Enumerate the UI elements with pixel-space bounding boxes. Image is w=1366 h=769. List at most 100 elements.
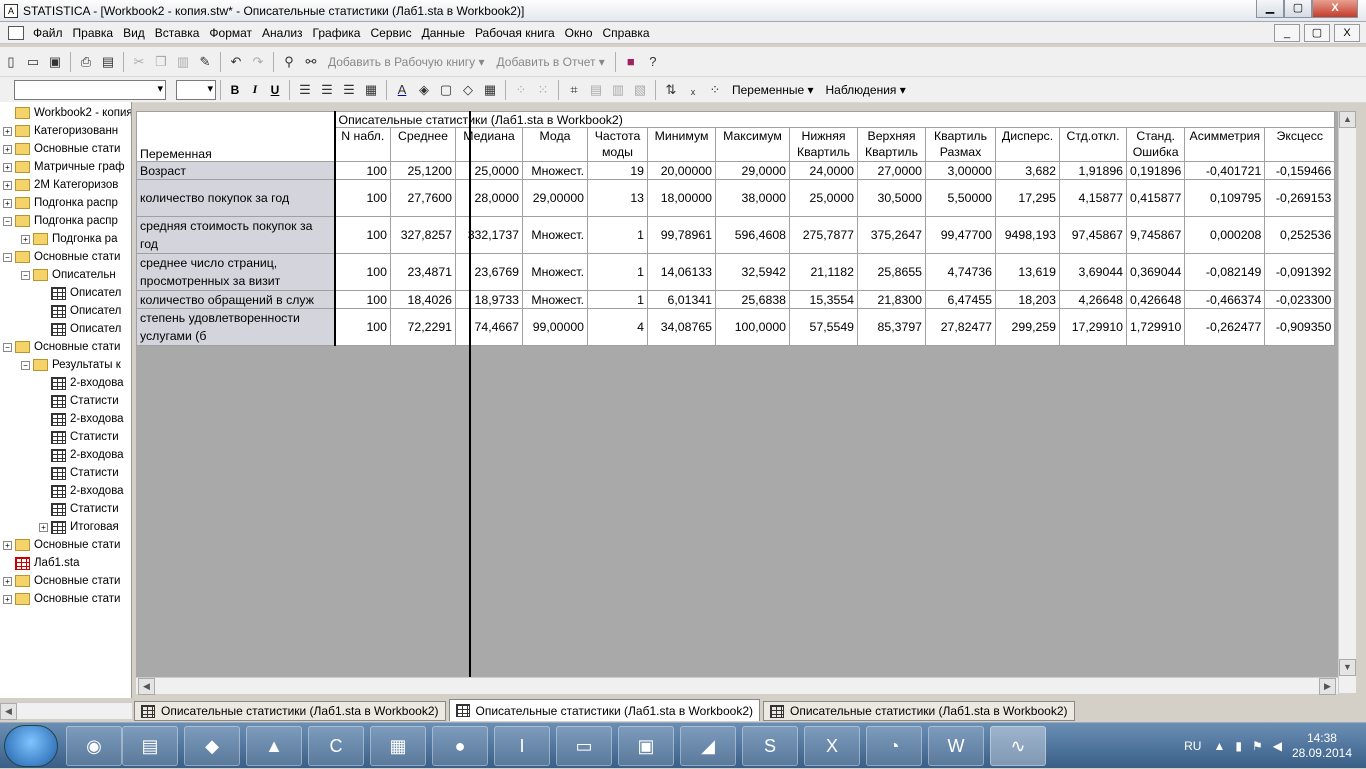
align-right-icon[interactable]: ☰ <box>339 80 359 100</box>
data-cell[interactable]: 100 <box>334 253 391 291</box>
decimals-increase-icon[interactable]: ⁘ <box>511 80 531 100</box>
data-cell[interactable]: 30,5000 <box>857 179 926 217</box>
menu-view[interactable]: Вид <box>118 26 150 40</box>
document-icon[interactable] <box>8 25 24 40</box>
menu-tools[interactable]: Сервис <box>365 26 416 40</box>
decimals-decrease-icon[interactable]: ⁙ <box>533 80 553 100</box>
tree-node[interactable]: Workbook2 - копия. <box>3 104 131 122</box>
close-button[interactable]: X <box>1312 0 1358 18</box>
insert-cols-icon[interactable]: ▥ <box>608 80 628 100</box>
data-cell[interactable]: 24,0000 <box>789 161 858 180</box>
data-cell[interactable]: Множест. <box>522 290 588 309</box>
expand-icon[interactable]: + <box>3 198 12 208</box>
data-cell[interactable]: 29,0000 <box>715 161 790 180</box>
data-cell[interactable]: 0,415877 <box>1125 179 1186 217</box>
chart-app-icon[interactable]: ◔ <box>866 726 922 766</box>
delete-icon[interactable]: ▧ <box>630 80 650 100</box>
data-cell[interactable]: 99,47700 <box>925 216 996 254</box>
data-cell[interactable]: 327,8257 <box>390 216 456 254</box>
italic-button[interactable]: I <box>245 82 265 97</box>
data-cell[interactable]: 19 <box>587 161 648 180</box>
data-cell[interactable]: 74,4667 <box>455 308 523 346</box>
data-cell[interactable]: 100,0000 <box>715 308 790 346</box>
expand-icon[interactable]: + <box>3 144 12 154</box>
font-color-icon[interactable]: A <box>392 80 412 100</box>
save-icon[interactable]: ▣ <box>45 52 65 72</box>
data-cell[interactable]: 57,5549 <box>789 308 858 346</box>
data-cell[interactable]: 17,29910 <box>1059 308 1127 346</box>
tree-node[interactable]: 2-входова <box>39 446 124 464</box>
calendar-icon[interactable]: ▣ <box>618 726 674 766</box>
column-header[interactable]: Верхняя Квартиль <box>857 127 926 162</box>
column-header[interactable]: Нижняя Квартиль <box>789 127 858 162</box>
mdi-restore-button[interactable]: ▢ <box>1304 24 1330 42</box>
new-icon[interactable]: ▯ <box>1 52 21 72</box>
data-cell[interactable]: 23,4871 <box>390 253 456 291</box>
expand-icon[interactable]: + <box>3 162 12 172</box>
undo-icon[interactable]: ↶ <box>226 52 246 72</box>
maximize-button[interactable]: ▢ <box>1284 0 1312 18</box>
data-cell[interactable]: 13,619 <box>995 253 1060 291</box>
tree-node[interactable]: Описател <box>39 320 121 338</box>
collapse-icon[interactable]: − <box>21 360 30 370</box>
tree-node[interactable]: Статисти <box>39 392 119 410</box>
network-icon[interactable]: ▮ <box>1235 739 1242 753</box>
scroll-down-icon[interactable]: ▼ <box>1339 659 1356 676</box>
data-cell[interactable]: 18,203 <box>995 290 1060 309</box>
tree-node[interactable]: Описател <box>39 302 121 320</box>
expand-icon[interactable]: + <box>39 522 48 532</box>
xy-icon[interactable]: ₓ <box>683 80 703 100</box>
find-icon[interactable]: ⚲ <box>279 52 299 72</box>
font-combobox[interactable] <box>14 79 166 100</box>
add-to-report-button[interactable]: Добавить в Отчет ▾ <box>491 55 611 69</box>
data-cell[interactable]: 100 <box>334 216 391 254</box>
data-cell[interactable]: 100 <box>334 161 391 180</box>
data-cell[interactable]: 25,0000 <box>789 179 858 217</box>
data-cell[interactable]: 3,682 <box>995 161 1060 180</box>
data-cell[interactable]: Множест. <box>522 253 588 291</box>
data-cell[interactable]: 1 <box>587 253 648 291</box>
grid-icon[interactable]: ▦ <box>480 80 500 100</box>
grid-horizontal-scrollbar[interactable]: ◀ ▶ <box>136 677 1338 695</box>
menu-data[interactable]: Данные <box>417 26 470 40</box>
row-header[interactable]: количество покупок за год <box>136 179 336 217</box>
tree-node[interactable]: Статисти <box>39 428 119 446</box>
tree-node[interactable]: Статисти <box>39 464 119 482</box>
data-cell[interactable]: 25,1200 <box>390 161 456 180</box>
data-cell[interactable]: 15,3554 <box>789 290 858 309</box>
book-icon[interactable]: ■ <box>621 52 641 72</box>
data-cell[interactable]: 4,26648 <box>1059 290 1127 309</box>
data-cell[interactable]: 375,2647 <box>857 216 926 254</box>
data-cell[interactable]: 20,00000 <box>647 161 716 180</box>
app-icon-6[interactable]: ▦ <box>370 726 426 766</box>
format-cells-icon[interactable]: ▦ <box>361 80 381 100</box>
data-cell[interactable]: 27,7600 <box>390 179 456 217</box>
tree-node[interactable]: Описател <box>39 284 121 302</box>
data-cell[interactable]: 3,00000 <box>925 161 996 180</box>
data-cell[interactable]: 13 <box>587 179 648 217</box>
add-to-workbook-button[interactable]: Добавить в Рабочую книгу ▾ <box>322 55 491 69</box>
menu-workbook[interactable]: Рабочая книга <box>470 26 560 40</box>
data-cell[interactable]: 99,00000 <box>522 308 588 346</box>
data-cell[interactable]: 4 <box>587 308 648 346</box>
tree-node[interactable]: + Матричные граф <box>3 158 125 176</box>
data-cell[interactable]: 6,01341 <box>647 290 716 309</box>
data-cell[interactable]: 1 <box>587 216 648 254</box>
data-cell[interactable]: 18,9733 <box>455 290 523 309</box>
column-header[interactable]: Медиана <box>455 127 523 162</box>
mdi-minimize-button[interactable]: _ <box>1274 24 1300 42</box>
column-header[interactable]: Асимметрия <box>1184 127 1266 162</box>
row-header[interactable]: среднее число страниц, просмотренных за … <box>136 253 336 291</box>
redo-icon[interactable]: ↷ <box>248 52 268 72</box>
data-cell[interactable]: 4,15877 <box>1059 179 1127 217</box>
expand-icon[interactable]: + <box>3 126 12 136</box>
data-cell[interactable]: 85,3797 <box>857 308 926 346</box>
minimize-button[interactable]: ▁ <box>1256 0 1284 18</box>
mdi-close-button[interactable]: X <box>1334 24 1360 42</box>
data-cell[interactable]: 332,1737 <box>455 216 523 254</box>
tree-node[interactable]: − Основные стати <box>3 338 120 356</box>
tree-node[interactable]: 2-входова <box>39 410 124 428</box>
data-cell[interactable]: 0,191896 <box>1125 161 1186 180</box>
cut-icon[interactable]: ✂ <box>129 52 149 72</box>
row-header[interactable]: средняя стоимость покупок за год <box>136 216 336 254</box>
